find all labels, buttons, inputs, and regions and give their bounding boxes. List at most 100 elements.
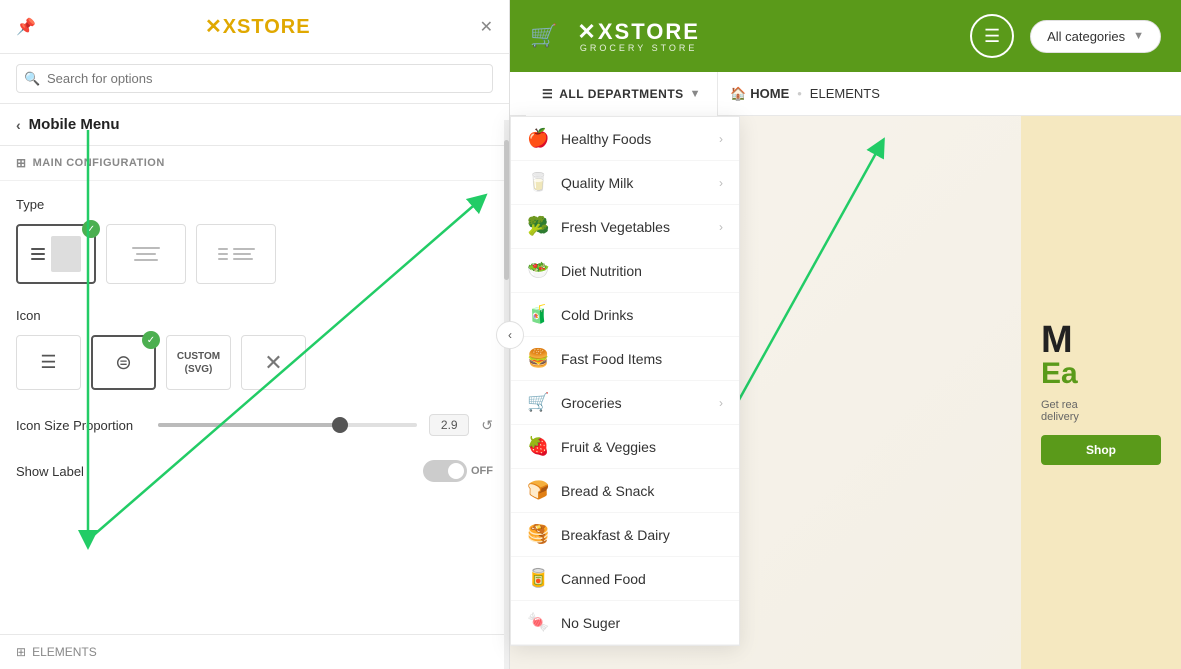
menu-arrow-icon: ›: [719, 132, 723, 146]
type-options: ✓: [16, 224, 493, 284]
menu-item-label-groceries: Groceries: [561, 395, 707, 411]
hamburger-icon: ☰: [40, 352, 56, 373]
breakfast-dairy-icon: 🥞: [527, 524, 549, 545]
menu-item-cold-drinks[interactable]: 🧃 Cold Drinks: [511, 293, 739, 337]
icon-option-circle[interactable]: ✓ ⊜: [91, 335, 156, 390]
menu-item-label-healthy-foods: Healthy Foods: [561, 131, 707, 147]
toggle-state-label: OFF: [471, 465, 493, 477]
menu-item-label-canned-food: Canned Food: [561, 571, 723, 587]
diet-nutrition-icon: 🥗: [527, 260, 549, 281]
slider-fill: [158, 423, 339, 427]
section-title: ⊞ MAIN CONFIGURATION: [0, 146, 509, 181]
menu-item-label-bread-snack: Bread & Snack: [561, 483, 723, 499]
icon-option-hamburger[interactable]: ☰: [16, 335, 81, 390]
grid-icon: ⊞: [16, 156, 27, 170]
grid-footer-icon: ⊞: [16, 645, 26, 659]
close-icon[interactable]: ✕: [480, 17, 493, 37]
menu-arrow-icon-3: ›: [719, 220, 723, 234]
search-icon: 🔍: [24, 71, 40, 87]
store-header: 🛒 ✕XSTORE GROCERY STORE ☰ All categories…: [510, 0, 1181, 72]
fast-food-icon: 🍔: [527, 348, 549, 369]
pin-icon[interactable]: 📌: [16, 17, 36, 37]
groceries-icon: 🛒: [527, 392, 549, 413]
slider-label: Icon Size Proportion: [16, 418, 146, 433]
icon-option-close[interactable]: ✕: [241, 335, 306, 390]
home-nav-link[interactable]: HOME: [750, 86, 789, 101]
menu-item-bread-snack[interactable]: 🍞 Bread & Snack: [511, 469, 739, 513]
toggle-knob: [448, 463, 464, 479]
back-arrow-icon: ‹: [16, 117, 21, 133]
menu-item-label-fruit-veggies: Fruit & Veggies: [561, 439, 723, 455]
fruit-veggies-icon: 🍓: [527, 436, 549, 457]
nav-separator: •: [797, 86, 802, 101]
nav-links: 🏠 HOME • ELEMENTS: [718, 86, 880, 102]
bread-snack-icon: 🍞: [527, 480, 549, 501]
store-logo-text: ✕XSTORE: [577, 19, 700, 45]
menu-item-fruit-veggies[interactable]: 🍓 Fruit & Veggies: [511, 425, 739, 469]
menu-item-label-no-suger: No Suger: [561, 615, 723, 631]
menu-item-label-breakfast-dairy: Breakfast & Dairy: [561, 527, 723, 543]
menu-item-fast-food[interactable]: 🍔 Fast Food Items: [511, 337, 739, 381]
panel-header: 📌 ✕XSTORE ✕: [0, 0, 509, 54]
icon-options: ☰ ✓ ⊜ CUSTOM(SVG) ✕: [16, 335, 493, 390]
slider-thumb[interactable]: [332, 417, 348, 433]
toggle-switch[interactable]: OFF: [423, 460, 493, 482]
dropdown-menu: 🍎 Healthy Foods › 🥛 Quality Milk › 🥦 Fre…: [510, 116, 740, 646]
hero-content: M Ea Get readelivery Shop: [1021, 116, 1181, 669]
back-nav[interactable]: ‹ Mobile Menu: [0, 104, 509, 146]
categories-dropdown[interactable]: All categories ▼: [1030, 20, 1161, 53]
menu-item-no-suger[interactable]: 🍬 No Suger: [511, 601, 739, 645]
menu-item-label-cold-drinks: Cold Drinks: [561, 307, 723, 323]
store-sub-text: GROCERY STORE: [580, 43, 698, 53]
hero-desc: Get readelivery: [1041, 399, 1161, 423]
left-panel: 📌 ✕XSTORE ✕ 🔍 ‹ Mobile Menu ⊞ MAIN CONFI…: [0, 0, 510, 669]
hero-title: M: [1041, 321, 1161, 359]
panel-logo: ✕XSTORE: [205, 14, 311, 39]
slider-track[interactable]: [158, 423, 417, 427]
close-x-icon: ✕: [264, 350, 282, 376]
panel-content: Type ✓: [0, 181, 509, 634]
slider-row: Icon Size Proportion 2.9 ↺: [16, 414, 493, 436]
icon-label: Icon: [16, 308, 493, 323]
footer-label: ELEMENTS: [32, 645, 97, 659]
icon-option-circle-check: ✓: [142, 331, 160, 349]
section-title-label: MAIN CONFIGURATION: [33, 157, 165, 169]
cold-drinks-icon: 🧃: [527, 304, 549, 325]
custom-svg-label: CUSTOM(SVG): [177, 350, 220, 376]
search-bar: 🔍: [0, 54, 509, 104]
categories-chevron-icon: ▼: [1133, 30, 1144, 42]
menu-circle-icon: ☰: [984, 26, 1000, 47]
type-option-1-check: ✓: [82, 220, 100, 238]
departments-button[interactable]: ☰ ALL DEPARTMENTS ▼: [526, 72, 718, 116]
icon-option-custom-svg[interactable]: CUSTOM(SVG): [166, 335, 231, 390]
shop-button[interactable]: Shop: [1041, 435, 1161, 465]
cart-icon: 🛒: [530, 23, 557, 49]
right-panel: ‹ 🛒 ✕XSTORE GROCERY STORE ☰ All categori…: [510, 0, 1181, 669]
canned-food-icon: 🥫: [527, 568, 549, 589]
menu-item-healthy-foods[interactable]: 🍎 Healthy Foods ›: [511, 117, 739, 161]
search-input[interactable]: [16, 64, 493, 93]
slider-reset-icon[interactable]: ↺: [481, 417, 493, 434]
type-option-2[interactable]: [106, 224, 186, 284]
menu-item-groceries[interactable]: 🛒 Groceries ›: [511, 381, 739, 425]
menu-item-fresh-veg[interactable]: 🥦 Fresh Vegetables ›: [511, 205, 739, 249]
menu-item-label-fresh-veg: Fresh Vegetables: [561, 219, 707, 235]
type-option-1[interactable]: ✓: [16, 224, 96, 284]
fresh-veg-icon: 🥦: [527, 216, 549, 237]
departments-label: ALL DEPARTMENTS: [559, 87, 683, 101]
menu-item-canned-food[interactable]: 🥫 Canned Food: [511, 557, 739, 601]
panel-footer: ⊞ ELEMENTS: [0, 634, 509, 669]
collapse-button[interactable]: ‹: [496, 321, 524, 349]
circle-menu-icon: ⊜: [115, 350, 132, 375]
menu-item-quality-milk[interactable]: 🥛 Quality Milk ›: [511, 161, 739, 205]
hero-subtitle: Ea: [1041, 359, 1161, 389]
type-label: Type: [16, 197, 493, 212]
menu-item-diet-nutrition[interactable]: 🥗 Diet Nutrition: [511, 249, 739, 293]
toggle-background: [423, 460, 467, 482]
store-logo-area: ✕XSTORE GROCERY STORE: [577, 19, 700, 53]
elements-nav-link[interactable]: ELEMENTS: [810, 86, 880, 101]
type-option-3[interactable]: [196, 224, 276, 284]
menu-item-breakfast-dairy[interactable]: 🥞 Breakfast & Dairy: [511, 513, 739, 557]
menu-circle-button[interactable]: ☰: [970, 14, 1014, 58]
menu-arrow-icon-2: ›: [719, 176, 723, 190]
